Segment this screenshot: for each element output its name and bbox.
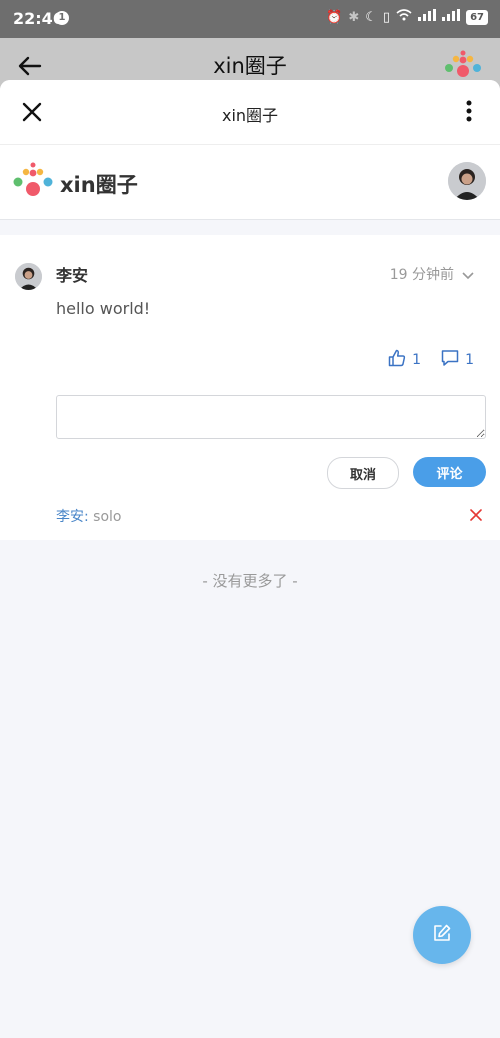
moon-icon: ☾ (365, 9, 377, 25)
chevron-down-icon[interactable] (462, 265, 474, 284)
alarm-icon: ⏰ (326, 9, 343, 25)
app-logo-icon (444, 50, 482, 84)
comment-count: 1 (465, 352, 474, 368)
like-button[interactable]: 1 (388, 349, 421, 371)
comment-text: solo (93, 509, 122, 525)
battery-indicator: 67 (466, 9, 488, 25)
sheet-title: xin圈子 (221, 106, 279, 125)
post-time: 19 分钟前 (389, 267, 454, 283)
post-actions: 1 1 (388, 349, 474, 371)
vibrate-icon: ▯ (382, 9, 391, 25)
signal-icon (418, 9, 437, 25)
comment-button[interactable]: 1 (441, 349, 474, 371)
signal-icon-2 (442, 9, 461, 25)
brand-logo-icon (13, 162, 53, 202)
more-vertical-icon[interactable] (466, 100, 472, 126)
comment-buttons: 取消 评论 (327, 457, 486, 489)
bottom-sheet: xin圈子 xin圈子 李安 19 分钟前 hello world! 1 1 取… (0, 80, 500, 1038)
sheet-navbar: xin圈子 (0, 80, 500, 145)
comment-bubble-icon (441, 349, 459, 371)
background-page-title: xin圈子 (213, 54, 287, 78)
compose-button[interactable] (413, 906, 471, 964)
comment-input[interactable] (56, 395, 486, 439)
delete-comment-icon[interactable] (470, 506, 482, 525)
edit-icon (432, 923, 452, 947)
status-icons: ⏰ ✱ ☾ ▯ 67 (326, 9, 488, 25)
notification-badge: 1 (55, 11, 69, 25)
status-bar: 22:46 1 ⏰ ✱ ☾ ▯ 67 (0, 0, 500, 38)
submit-comment-button[interactable]: 评论 (413, 457, 486, 487)
thumbs-up-icon (388, 349, 406, 371)
post-card: 李安 19 分钟前 hello world! 1 1 取消 评论 李安: sol… (0, 235, 500, 540)
author-avatar[interactable] (15, 263, 42, 290)
comment-item: 李安: solo (56, 506, 122, 526)
post-author[interactable]: 李安 (56, 262, 88, 286)
post-content: hello world! (56, 299, 151, 318)
user-avatar[interactable] (448, 162, 486, 200)
brand-header: xin圈子 (0, 145, 500, 220)
bluetooth-icon: ✱ (348, 9, 360, 25)
comment-author[interactable]: 李安: (56, 509, 89, 525)
no-more-text: - 没有更多了 - (202, 572, 298, 590)
brand-name: xin圈子 (60, 173, 138, 197)
like-count: 1 (412, 352, 422, 368)
wifi-icon (396, 9, 412, 25)
cancel-button[interactable]: 取消 (327, 457, 399, 489)
